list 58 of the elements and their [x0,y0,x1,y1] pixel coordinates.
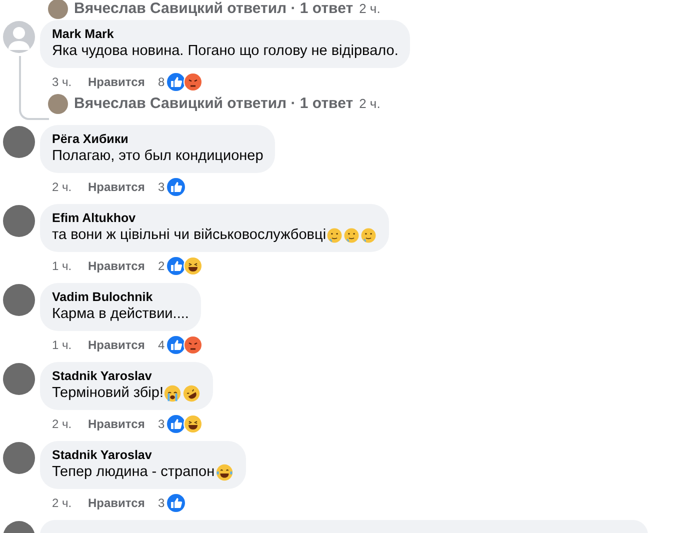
comment-time[interactable]: 3 ч. [52,73,88,91]
crying-emoji-icon [163,384,182,403]
comment-text: Карма в действии.... [52,305,189,324]
tears-of-joy-emoji-icon [214,463,234,482]
comment-time[interactable]: 2 ч. [52,415,88,433]
comment-time[interactable]: 2 ч. [52,178,88,196]
comment-text: та вони ж цівільні чи військовослужбовці [52,226,378,245]
like-reaction-icon [166,493,186,513]
like-link[interactable]: Нравится [88,415,158,433]
avatar-photo-placeholder [3,363,35,395]
like-reaction-icon [166,256,186,276]
reaction-count: 3 [158,416,165,433]
smiling-tear-emoji-icon [360,227,378,244]
comment-author[interactable]: Mark Mark [52,26,398,42]
like-link[interactable]: Нравится [88,494,158,512]
reaction-count: 8 [158,74,165,91]
rolling-laughing-emoji-icon [182,384,202,403]
like-link[interactable]: Нравится [88,336,158,354]
avatar-photo-placeholder [3,442,35,474]
comment-text: Яка чудова новина. Погано що голову не відірвало. [52,42,398,61]
like-link[interactable]: Нравится [88,178,158,196]
reaction-count: 3 [158,179,165,196]
view-replies-link[interactable]: Вячеслав Савицкий ответил · 1 ответ [74,92,354,116]
avatar [3,21,35,53]
reply-avatar-photo-placeholder [48,94,68,114]
reply-time: 2 ч. [359,0,380,18]
like-reaction-icon [166,414,186,434]
comment-text: Терміновий збір! [52,384,202,403]
reply-avatar-photo-placeholder [48,0,68,19]
comment-text: Тепер людина - страпон [52,463,234,482]
comment-text: Полагаю, это был кондиционер [52,147,264,166]
like-reaction-icon [166,335,186,355]
comment-author[interactable]: Stadnik Yaroslav [52,447,234,463]
reply-time: 2 ч. [359,95,380,114]
avatar-photo-placeholder [3,205,35,237]
angry-reaction-icon [182,335,203,355]
laughing-reaction-icon [182,414,203,434]
reaction-count: 3 [158,495,165,512]
like-link[interactable]: Нравится [88,73,158,91]
smiling-tear-emoji-icon [343,227,360,244]
like-reaction-icon [166,72,186,92]
comment-author[interactable]: Vadim Bulochnik [52,289,189,305]
smiling-tear-emoji-icon [326,227,344,244]
angry-reaction-icon [182,72,203,92]
comment-author[interactable]: Efim Altukhov [52,210,378,226]
reaction-count: 2 [158,258,165,275]
avatar-photo-placeholder [3,126,35,158]
like-link[interactable]: Нравится [88,257,158,275]
comment-time[interactable]: 1 ч. [52,257,88,275]
like-reaction-icon [166,177,186,197]
comment-time[interactable]: 1 ч. [52,336,88,354]
comment-author[interactable]: Stadnik Yaroslav [52,368,202,384]
laughing-reaction-icon [182,256,203,276]
avatar-photo-placeholder [3,284,35,316]
view-replies-link[interactable]: Вячеслав Савицкий ответил · 1 ответ [74,0,354,20]
reaction-count: 4 [158,337,165,354]
comment-time[interactable]: 2 ч. [52,494,88,512]
comment-author[interactable]: Рёга Хибики [52,131,264,147]
